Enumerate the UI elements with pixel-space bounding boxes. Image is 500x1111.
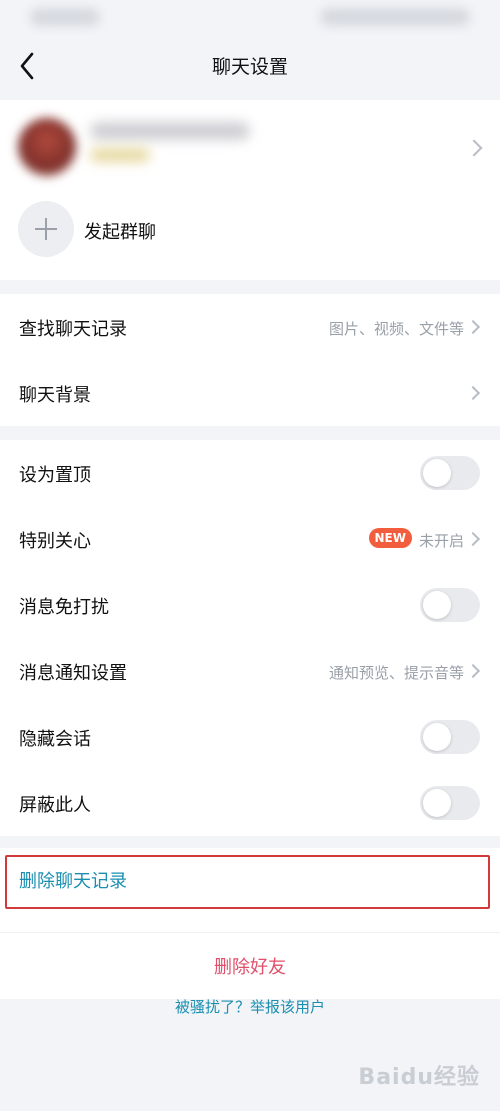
chevron-right-icon: [465, 531, 481, 547]
chevron-right-icon: [465, 663, 481, 679]
do-not-disturb-toggle[interactable]: [420, 588, 480, 622]
page-title: 聊天设置: [211, 56, 288, 78]
status-icons-blur: [320, 8, 470, 26]
profile-row[interactable]: [0, 100, 500, 196]
toggle-knob: [423, 591, 451, 619]
find-chat-records-row[interactable]: 查找聊天记录 图片、视频、文件等: [0, 294, 500, 360]
notification-settings-label: 消息通知设置: [19, 663, 127, 684]
watermark-logo: Baidu经验: [358, 1065, 480, 1090]
delete-history-card: 删除聊天记录: [0, 848, 500, 932]
nav-bar: 聊天设置: [0, 40, 500, 96]
chat-background-label: 聊天背景: [19, 385, 91, 406]
hide-conversation-toggle[interactable]: [420, 720, 480, 754]
delete-chat-history-label: 删除聊天记录: [19, 871, 127, 892]
contact-detail-blurred: [90, 148, 150, 162]
delete-friend-button[interactable]: 删除好友: [0, 953, 500, 979]
plus-icon[interactable]: [18, 201, 74, 257]
find-chat-records-hint: 图片、视频、文件等: [328, 320, 464, 338]
profile-card: 发起群聊: [0, 100, 500, 280]
start-group-chat-label: 发起群聊: [84, 222, 156, 243]
special-care-row[interactable]: 特别关心 NEW 未开启: [0, 506, 500, 572]
report-user-link[interactable]: 被骚扰了？举报该用户: [0, 996, 500, 1017]
pin-chat-toggle[interactable]: [420, 456, 480, 490]
status-time-blur: [30, 8, 100, 26]
block-contact-row[interactable]: 屏蔽此人: [0, 770, 500, 836]
pin-chat-label: 设为置顶: [19, 465, 91, 486]
chat-background-row[interactable]: 聊天背景: [0, 360, 500, 426]
block-contact-label: 屏蔽此人: [19, 795, 91, 816]
hide-conversation-label: 隐藏会话: [19, 729, 91, 750]
chevron-right-icon: [465, 385, 481, 401]
pin-chat-row[interactable]: 设为置顶: [0, 440, 500, 506]
chat-records-section: 查找聊天记录 图片、视频、文件等 聊天背景: [0, 294, 500, 426]
find-chat-records-label: 查找聊天记录: [19, 319, 127, 340]
start-group-chat-row[interactable]: 发起群聊: [0, 196, 500, 280]
toggle-knob: [423, 789, 451, 817]
chevron-right-icon: [465, 139, 483, 157]
special-care-status: 未开启: [418, 532, 464, 550]
status-bar: [0, 0, 500, 40]
toggle-knob: [423, 723, 451, 751]
block-contact-toggle[interactable]: [420, 786, 480, 820]
contact-name-blurred: [90, 122, 250, 140]
hide-conversation-row[interactable]: 隐藏会话: [0, 704, 500, 770]
do-not-disturb-label: 消息免打扰: [19, 597, 109, 618]
special-care-label: 特别关心: [19, 531, 91, 552]
chevron-right-icon: [465, 319, 481, 335]
chat-options-section: 设为置顶 特别关心 NEW 未开启 消息免打扰 消息通知设置 通知预览、提示音等…: [0, 440, 500, 836]
new-badge: NEW: [368, 528, 412, 548]
delete-friend-card: 删除好友: [0, 932, 500, 999]
toggle-knob: [423, 459, 451, 487]
notification-settings-row[interactable]: 消息通知设置 通知预览、提示音等: [0, 638, 500, 704]
avatar: [18, 118, 76, 176]
do-not-disturb-row[interactable]: 消息免打扰: [0, 572, 500, 638]
notification-settings-hint: 通知预览、提示音等: [328, 664, 464, 682]
